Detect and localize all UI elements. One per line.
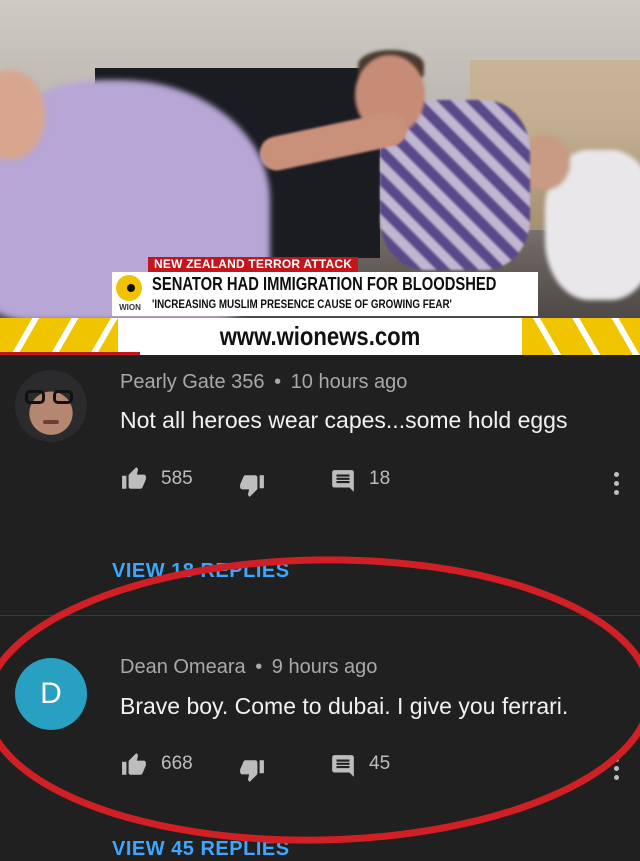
comment-meta: Dean Omeara • 9 hours ago	[120, 656, 377, 679]
reply-count: 45	[369, 753, 391, 774]
meta-separator: •	[255, 656, 263, 678]
comment-time[interactable]: 10 hours ago	[291, 371, 408, 393]
video-progress-bar[interactable]	[0, 352, 140, 355]
wion-logo-text: WION	[119, 303, 141, 312]
reply-icon[interactable]	[330, 468, 356, 494]
news-label: NEW ZEALAND TERROR ATTACK	[148, 257, 359, 272]
meta-separator: •	[274, 371, 282, 393]
comment-text: Not all heroes wear capes...some hold eg…	[120, 407, 568, 433]
avatar[interactable]: D	[15, 658, 87, 730]
wion-logo-icon	[116, 275, 142, 301]
news-subheadline: 'INCREASING MUSLIM PRESENCE CAUSE OF GRO…	[152, 297, 452, 311]
thumbs-up-icon[interactable]	[120, 466, 148, 492]
comment-meta: Pearly Gate 356 • 10 hours ago	[120, 371, 407, 394]
thumbs-down-icon[interactable]	[238, 757, 266, 783]
like-count: 668	[161, 753, 193, 774]
more-vert-icon[interactable]	[614, 472, 620, 499]
avatar-letter: D	[40, 677, 62, 710]
comment-text: Brave boy. Come to dubai. I give you fer…	[120, 693, 569, 719]
comment-author[interactable]: Pearly Gate 356	[120, 371, 265, 393]
view-replies-link[interactable]: VIEW 18 REPLIES	[112, 560, 290, 583]
news-url: www.wionews.com	[0, 318, 640, 355]
comment-time[interactable]: 9 hours ago	[272, 656, 378, 678]
more-vert-icon[interactable]	[614, 757, 620, 784]
thumbs-up-icon[interactable]	[120, 752, 148, 778]
thumbs-down-icon[interactable]	[238, 472, 266, 498]
wion-logo: WION	[112, 272, 148, 316]
comment-divider	[0, 615, 640, 616]
avatar[interactable]	[15, 370, 87, 442]
news-url-text: www.wionews.com	[219, 321, 421, 351]
reply-count: 18	[369, 468, 391, 489]
view-replies-link[interactable]: VIEW 45 REPLIES	[112, 838, 290, 861]
like-count: 585	[161, 468, 193, 489]
comment-author[interactable]: Dean Omeara	[120, 656, 246, 678]
reply-icon[interactable]	[330, 753, 356, 779]
video-frame[interactable]: NEW ZEALAND TERROR ATTACK WION SENATOR H…	[0, 0, 640, 355]
avatar-glasses	[25, 390, 77, 404]
news-headline: SENATOR HAD IMMIGRATION FOR BLOODSHED	[152, 274, 497, 294]
